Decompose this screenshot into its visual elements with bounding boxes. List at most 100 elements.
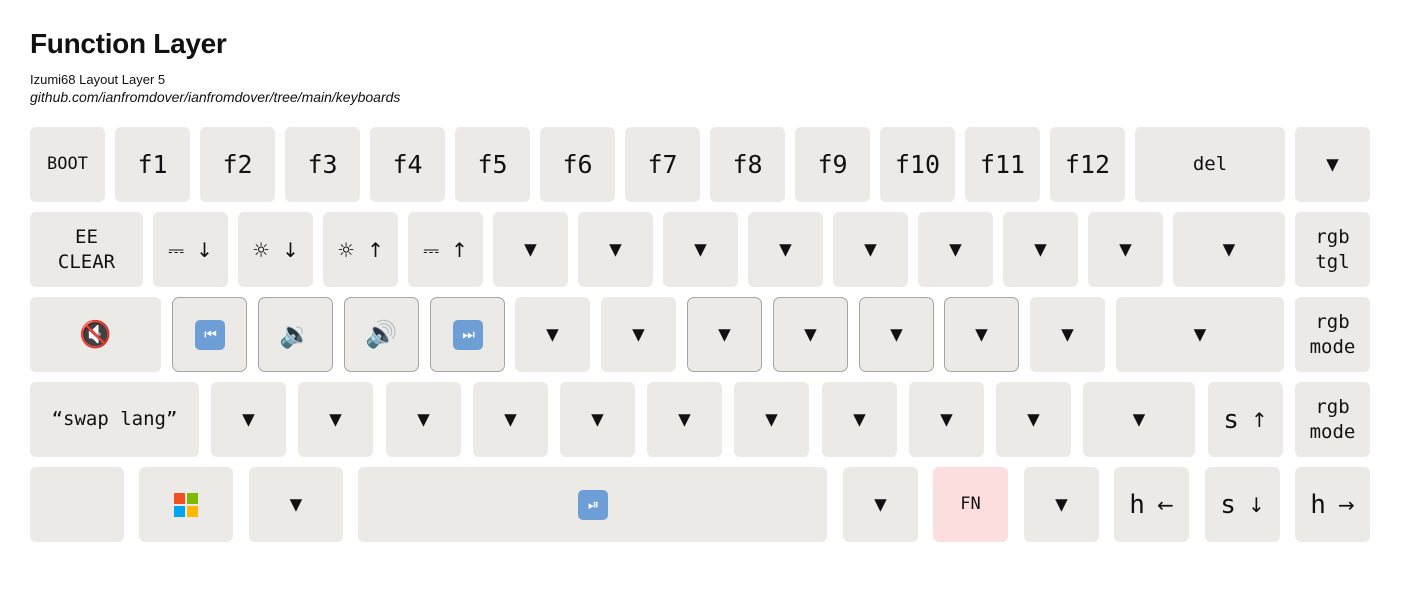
key-rgb-mode[interactable]: rgb mode [1295, 297, 1370, 372]
key-display-down[interactable]: ⎓ ↓ [153, 212, 228, 287]
key-transparent[interactable]: ▼ [298, 382, 373, 457]
key-transparent[interactable]: ▼ [1083, 382, 1195, 457]
key-f4[interactable]: f4 [370, 127, 445, 202]
key-swap-lang[interactable]: “swap lang” [30, 382, 199, 457]
key-transparent[interactable]: ▼ [687, 297, 762, 372]
key-transparent[interactable]: ▼ [578, 212, 653, 287]
key-transparent[interactable]: ▼ [1295, 127, 1370, 202]
key-fn[interactable]: FN [933, 467, 1008, 542]
key-transparent[interactable]: ▼ [515, 297, 590, 372]
transparent-arrow-icon: ▼ [591, 407, 604, 431]
transparent-arrow-icon: ▼ [975, 322, 988, 346]
key-windows[interactable] [139, 467, 233, 542]
key-prev-track[interactable]: ⏮ [172, 297, 247, 372]
key-s-up[interactable]: s ↑ [1208, 382, 1283, 457]
arrow-down-icon: ↓ [196, 237, 213, 262]
key-label: f4 [392, 150, 423, 179]
key-f9[interactable]: f9 [795, 127, 870, 202]
transparent-arrow-icon: ▼ [504, 407, 517, 431]
key-f8[interactable]: f8 [710, 127, 785, 202]
key-boot[interactable]: BOOT [30, 127, 105, 202]
transparent-arrow-icon: ▼ [1132, 407, 1146, 431]
key-label: f8 [732, 150, 763, 179]
repo-link[interactable]: github.com/ianfromdover/ianfromdover/tre… [30, 89, 400, 105]
transparent-arrow-icon: ▼ [874, 492, 887, 516]
key-f7[interactable]: f7 [625, 127, 700, 202]
key-transparent[interactable]: ▼ [859, 297, 934, 372]
transparent-arrow-icon: ▼ [1034, 237, 1047, 261]
layout-subtitle: Izumi68 Layout Layer 5 [30, 72, 166, 87]
key-transparent[interactable]: ▼ [1116, 297, 1284, 372]
key-transparent[interactable]: ▼ [833, 212, 908, 287]
key-transparent[interactable]: ▼ [386, 382, 461, 457]
transparent-arrow-icon: ▼ [289, 492, 303, 516]
key-transparent[interactable]: ▼ [1088, 212, 1163, 287]
arrow-up-icon: ↑ [1250, 407, 1268, 432]
key-letter: s [1220, 489, 1236, 520]
key-transparent[interactable]: ▼ [734, 382, 809, 457]
key-display-up[interactable]: ⎓ ↑ [408, 212, 483, 287]
key-volume-down[interactable]: 🔉 [258, 297, 333, 372]
display-icon: ⎓ [168, 237, 185, 262]
key-rgb-mode[interactable]: rgb mode [1295, 382, 1370, 457]
key-f10[interactable]: f10 [880, 127, 955, 202]
key-f3[interactable]: f3 [285, 127, 360, 202]
transparent-arrow-icon: ▼ [779, 237, 792, 261]
key-transparent[interactable]: ▼ [1003, 212, 1078, 287]
key-f1[interactable]: f1 [115, 127, 190, 202]
key-transparent[interactable]: ▼ [996, 382, 1071, 457]
key-s-down[interactable]: s ↓ [1205, 467, 1280, 542]
key-transparent[interactable]: ▼ [748, 212, 823, 287]
key-play-pause[interactable]: ⏯ [358, 467, 827, 542]
key-transparent[interactable]: ▼ [1024, 467, 1099, 542]
key-transparent[interactable]: ▼ [1030, 297, 1105, 372]
transparent-arrow-icon: ▼ [804, 322, 817, 346]
key-transparent[interactable]: ▼ [918, 212, 993, 287]
key-del[interactable]: del [1135, 127, 1285, 202]
key-label: del [1192, 153, 1228, 175]
key-volume-up[interactable]: 🔊 [344, 297, 419, 372]
key-transparent[interactable]: ▼ [249, 467, 343, 542]
transparent-arrow-icon: ▼ [1326, 152, 1339, 176]
key-transparent[interactable]: ▼ [909, 382, 984, 457]
key-transparent[interactable]: ▼ [601, 297, 676, 372]
key-transparent[interactable]: ▼ [1173, 212, 1285, 287]
key-transparent[interactable]: ▼ [473, 382, 548, 457]
key-label: f9 [817, 150, 848, 179]
key-h-left[interactable]: h ← [1114, 467, 1189, 542]
key-transparent[interactable]: ▼ [822, 382, 897, 457]
mute-icon: 🔇 [79, 319, 112, 350]
key-rgb-tgl[interactable]: rgb tgl [1295, 212, 1370, 287]
key-next-track[interactable]: ⏭ [430, 297, 505, 372]
key-transparent[interactable]: ▼ [944, 297, 1019, 372]
key-brightness-down[interactable]: ☼ ↓ [238, 212, 313, 287]
key-brightness-up[interactable]: ☼ ↑ [323, 212, 398, 287]
key-transparent[interactable]: ▼ [647, 382, 722, 457]
key-transparent[interactable]: ▼ [560, 382, 635, 457]
transparent-arrow-icon: ▼ [864, 237, 877, 261]
key-apple[interactable] [30, 467, 124, 542]
key-ee-clear[interactable]: EE CLEAR [30, 212, 143, 287]
key-transparent[interactable]: ▼ [773, 297, 848, 372]
key-label: f12 [1064, 150, 1111, 179]
key-mute[interactable]: 🔇 [30, 297, 161, 372]
key-f2[interactable]: f2 [200, 127, 275, 202]
transparent-arrow-icon: ▼ [1119, 237, 1132, 261]
transparent-arrow-icon: ▼ [694, 237, 707, 261]
key-letter: s [1223, 404, 1239, 435]
key-transparent[interactable]: ▼ [843, 467, 918, 542]
key-f11[interactable]: f11 [965, 127, 1040, 202]
arrow-left-icon: ← [1156, 492, 1174, 517]
key-h-right[interactable]: h → [1295, 467, 1370, 542]
transparent-arrow-icon: ▼ [1027, 407, 1040, 431]
key-label: BOOT [47, 154, 88, 174]
key-label: f1 [137, 150, 168, 179]
key-f5[interactable]: f5 [455, 127, 530, 202]
key-transparent[interactable]: ▼ [493, 212, 568, 287]
key-f6[interactable]: f6 [540, 127, 615, 202]
key-f12[interactable]: f12 [1050, 127, 1125, 202]
transparent-arrow-icon: ▼ [1193, 322, 1207, 346]
transparent-arrow-icon: ▼ [524, 237, 537, 261]
key-transparent[interactable]: ▼ [663, 212, 738, 287]
key-transparent[interactable]: ▼ [211, 382, 286, 457]
